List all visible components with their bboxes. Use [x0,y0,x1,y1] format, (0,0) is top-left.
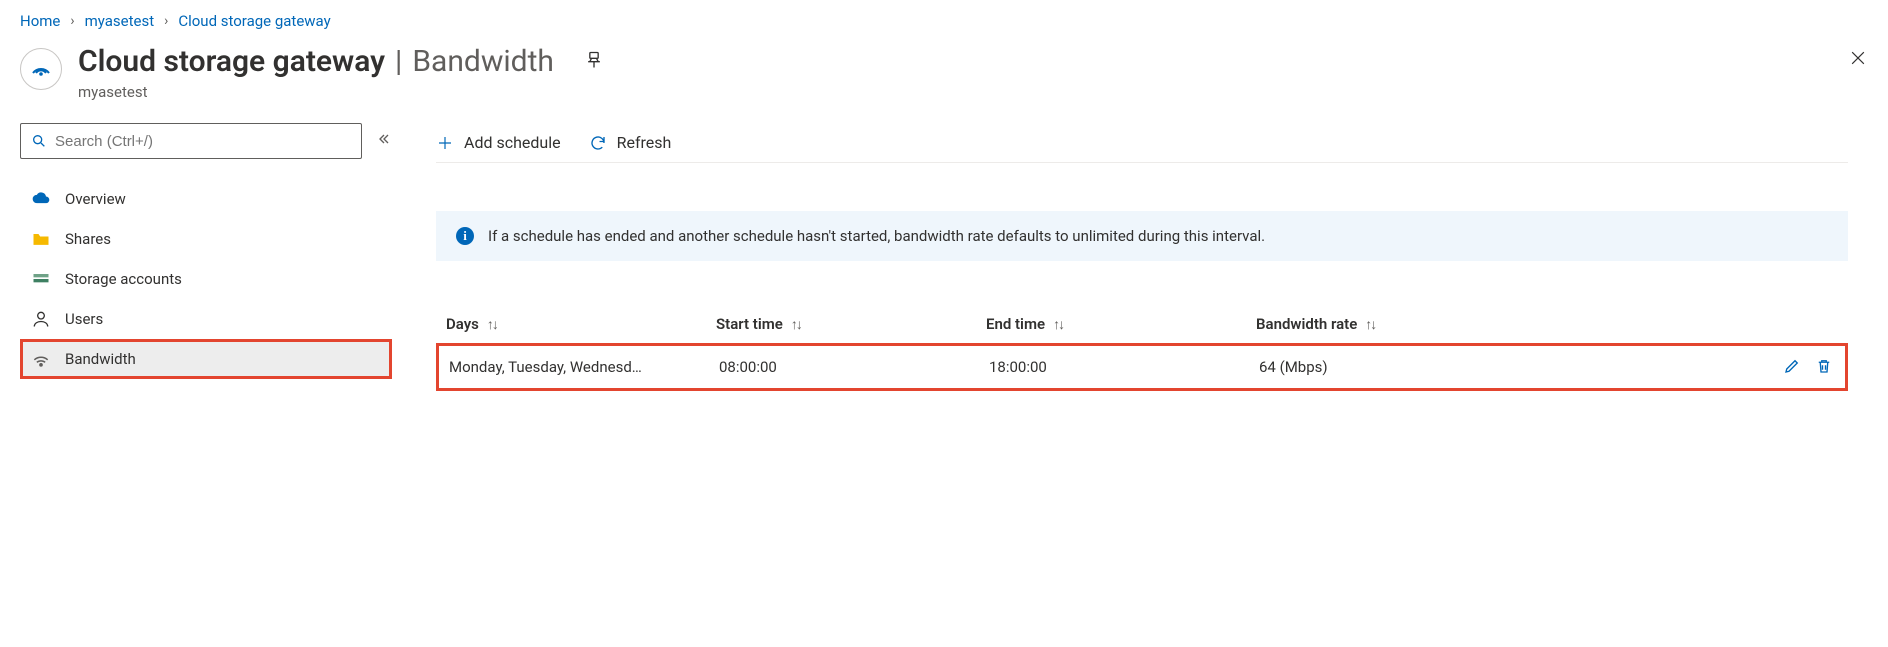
cell-start: 08:00:00 [719,358,989,376]
page-subtitle: myasetest [78,83,604,101]
close-button[interactable] [1844,44,1872,76]
pencil-icon [1783,357,1801,375]
breadcrumb-home[interactable]: Home [20,12,60,30]
info-banner: i If a schedule has ended and another sc… [436,211,1848,261]
column-end-time[interactable]: End time ↑↓ [986,315,1256,333]
main-content: Add schedule Refresh i If a schedule has… [392,123,1872,391]
search-icon [31,133,47,149]
collapse-sidebar-button[interactable] [376,131,392,151]
title-separator: | [393,44,404,79]
chevron-right-icon: › [70,13,74,29]
page-title: Cloud storage gateway [78,44,385,79]
sidebar-item-bandwidth[interactable]: Bandwidth [20,339,392,379]
chevron-right-icon: › [164,13,168,29]
sidebar-item-shares[interactable]: Shares [20,219,392,259]
delete-row-button[interactable] [1813,355,1835,380]
breadcrumb-page[interactable]: Cloud storage gateway [178,12,330,30]
info-icon: i [456,227,474,245]
pin-button[interactable] [584,50,604,74]
sort-icon: ↑↓ [1365,316,1375,333]
column-bandwidth-rate[interactable]: Bandwidth rate ↑↓ [1256,315,1758,333]
sidebar-search[interactable] [20,123,362,159]
page-header: Cloud storage gateway | Bandwidth myaset… [20,44,1872,101]
column-start-time[interactable]: Start time ↑↓ [716,315,986,333]
sidebar-item-label: Users [65,310,103,328]
sidebar-item-label: Overview [65,190,126,208]
sidebar-item-label: Shares [65,230,111,248]
column-label: Days [446,315,479,333]
refresh-button[interactable]: Refresh [589,133,672,152]
add-schedule-button[interactable]: Add schedule [436,133,561,152]
folder-icon [31,229,51,249]
user-icon [31,309,51,329]
sidebar-item-storage-accounts[interactable]: Storage accounts [20,259,392,299]
sidebar-item-users[interactable]: Users [20,299,392,339]
table-row[interactable]: Monday, Tuesday, Wednesd… 08:00:00 18:00… [436,343,1848,391]
info-text: If a schedule has ended and another sche… [488,227,1265,245]
cell-rate: 64 (Mbps) [1259,358,1755,376]
page-section: Bandwidth [412,44,554,79]
plus-icon [436,134,454,152]
trash-icon [1815,357,1833,375]
schedule-table: Days ↑↓ Start time ↑↓ End time ↑↓ Bandwi… [436,305,1848,391]
edit-row-button[interactable] [1781,355,1803,380]
storage-icon [31,269,51,289]
sort-icon: ↑↓ [1053,316,1063,333]
breadcrumb: Home › myasetest › Cloud storage gateway [20,12,1872,30]
sidebar-item-label: Bandwidth [65,350,136,368]
wifi-icon [31,349,51,369]
sort-icon: ↑↓ [487,316,497,333]
cell-end: 18:00:00 [989,358,1259,376]
sidebar-item-overview[interactable]: Overview [20,179,392,219]
button-label: Refresh [617,133,672,152]
column-label: Start time [716,315,783,333]
breadcrumb-resource[interactable]: myasetest [85,12,155,30]
column-label: End time [986,315,1045,333]
refresh-icon [589,134,607,152]
sidebar-item-label: Storage accounts [65,270,182,288]
sidebar: Overview Shares Storage accounts Users [20,123,392,391]
column-days[interactable]: Days ↑↓ [446,315,716,333]
toolbar: Add schedule Refresh [436,123,1848,163]
search-input[interactable] [55,133,351,150]
cloud-icon [31,189,51,209]
sort-icon: ↑↓ [791,316,801,333]
cell-days: Monday, Tuesday, Wednesd… [449,358,719,376]
column-label: Bandwidth rate [1256,315,1357,333]
gateway-icon [20,48,62,90]
button-label: Add schedule [464,133,561,152]
